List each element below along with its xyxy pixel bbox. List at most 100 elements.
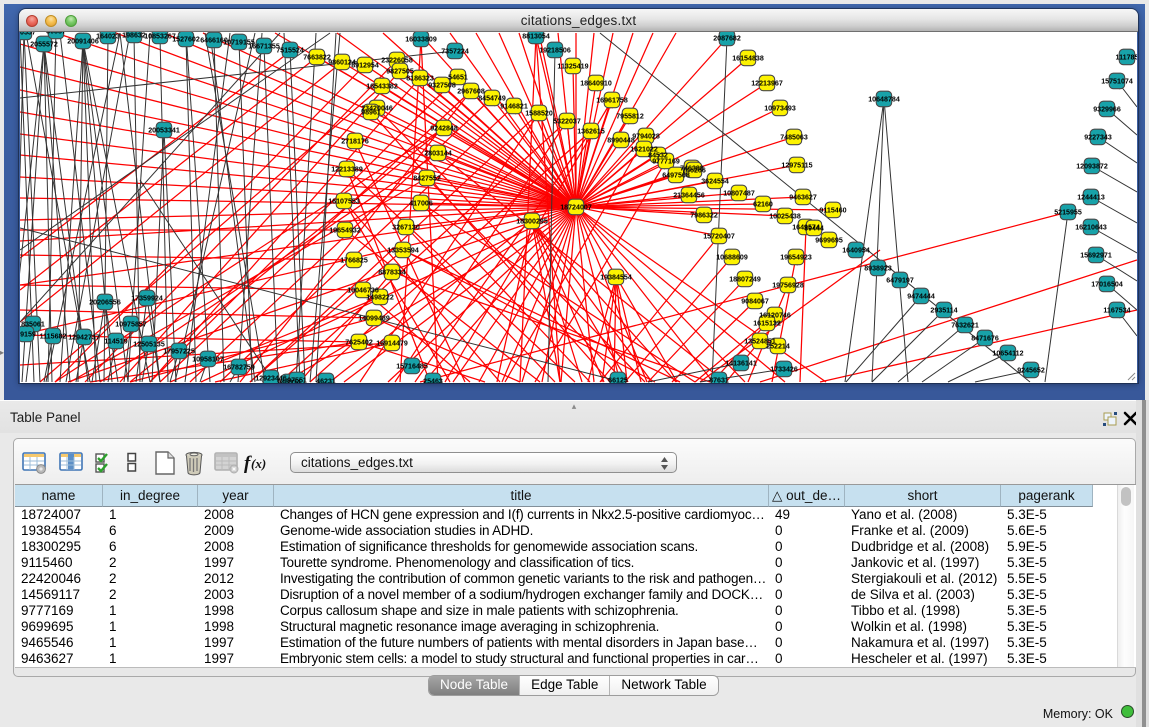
svg-text:198632: 198632 [122,32,146,40]
svg-text:18807249: 18807249 [729,276,761,284]
svg-text:7515524: 7515524 [276,47,304,55]
svg-text:12093872: 12093872 [1076,163,1108,171]
svg-text:252214: 252214 [766,343,790,351]
svg-text:98961: 98961 [361,109,381,117]
svg-text:8813054: 8813054 [522,33,550,41]
svg-text:6479197: 6479197 [886,277,914,285]
svg-text:746266: 746266 [682,167,706,175]
svg-text:15720407: 15720407 [703,233,735,241]
svg-text:835061: 835061 [21,321,45,329]
svg-text:1167534: 1167534 [1103,307,1130,315]
svg-text:8471676: 8471676 [971,335,999,343]
svg-text:12213389: 12213389 [331,166,363,174]
svg-text:9463627: 9463627 [789,194,817,202]
svg-text:16107553: 16107553 [328,198,360,206]
svg-text:7663822: 7663822 [303,54,331,62]
svg-text:1527602: 1527602 [172,36,200,44]
svg-text:97551: 97551 [287,377,307,383]
svg-text:15692971: 15692971 [1080,252,1112,260]
svg-text:15751074: 15751074 [1101,78,1133,86]
svg-text:23226058: 23226058 [381,57,413,65]
svg-text:164023: 164023 [96,33,120,41]
svg-text:19218506: 19218506 [539,47,571,55]
svg-text:5322037: 5322037 [553,118,581,126]
svg-text:9242848: 9242848 [430,125,458,133]
svg-text:1498222: 1498222 [366,294,394,302]
svg-text:14099489: 14099489 [358,315,390,323]
svg-text:19654923: 19654923 [780,254,812,262]
svg-text:9245652: 9245652 [1017,367,1045,375]
svg-text:10975857: 10975857 [115,321,147,329]
svg-text:2055572: 2055572 [30,41,58,49]
svg-text:10853267: 10853267 [144,33,176,41]
svg-text:20091406: 20091406 [67,38,99,46]
svg-text:9777169: 9777169 [652,158,680,166]
svg-text:9327508: 9327508 [428,82,456,90]
svg-text:12975115: 12975115 [781,162,812,170]
svg-text:9794028: 9794028 [632,133,660,141]
svg-text:10688609: 10688609 [716,254,748,262]
svg-text:20053341: 20053341 [148,127,180,135]
svg-text:54651: 54651 [448,74,468,82]
svg-text:18724007: 18724007 [560,204,592,212]
svg-text:10648784: 10648784 [868,96,900,104]
svg-text:1244413: 1244413 [1077,194,1105,202]
svg-text:3267130: 3267130 [392,224,420,232]
svg-text:12213967: 12213967 [751,80,783,88]
svg-text:10025438: 10025438 [769,213,801,221]
svg-text:111785: 111785 [1116,54,1137,62]
svg-text:7632621: 7632621 [951,322,979,330]
svg-text:16120746: 16120746 [759,312,791,320]
svg-text:18640910: 18640910 [580,80,612,88]
svg-text:17016504: 17016504 [1091,281,1123,289]
svg-text:19756928: 19756928 [772,282,804,290]
svg-text:1615132: 1615132 [753,320,781,328]
svg-text:8990448: 8990448 [607,137,635,145]
svg-text:9146821: 9146821 [500,103,528,111]
svg-text:17957225: 17957225 [163,348,195,356]
svg-text:10958107: 10958107 [192,356,224,364]
svg-text:(x): (x) [251,456,266,471]
svg-text:8878334: 8878334 [378,269,406,277]
svg-text:16033809: 16033809 [405,36,437,44]
svg-text:1362615: 1362615 [577,128,605,136]
svg-text:5215955: 5215955 [1054,209,1082,217]
svg-text:16961758: 16961758 [596,97,628,105]
svg-text:9227343: 9227343 [1084,134,1112,142]
svg-text:140557: 140557 [20,32,36,37]
svg-text:2803144: 2803144 [424,150,452,158]
svg-text:16671355: 16671355 [248,43,280,51]
svg-text:87631: 87631 [709,377,729,383]
svg-text:12942737: 12942737 [68,334,100,342]
svg-text:16914479: 16914479 [376,340,408,348]
svg-text:19654932: 19654932 [329,227,361,235]
svg-text:1640954: 1640954 [842,247,870,255]
svg-text:14136141: 14136141 [725,360,757,368]
svg-text:8427552: 8427552 [413,175,441,183]
svg-text:2935114: 2935114 [930,307,957,315]
svg-text:18300295: 18300295 [516,218,548,226]
svg-text:7357224: 7357224 [441,48,469,56]
svg-text:7955812: 7955812 [616,113,644,121]
svg-text:1766825: 1766825 [340,257,368,265]
svg-text:8912954: 8912954 [351,62,379,70]
svg-text:16154838: 16154838 [732,55,764,63]
svg-text:10807487: 10807487 [723,190,755,198]
svg-text:10973493: 10973493 [764,105,796,113]
svg-text:12505135: 12505135 [133,341,165,349]
svg-text:2087682: 2087682 [713,35,741,43]
svg-text:89444: 89444 [804,225,824,233]
svg-text:46231: 46231 [316,378,336,383]
svg-text:11325419: 11325419 [557,63,588,71]
svg-text:9699695: 9699695 [815,237,843,245]
svg-text:9115460: 9115460 [819,207,846,215]
svg-text:13353594: 13353594 [387,247,419,255]
svg-text:7625402: 7625402 [345,339,373,347]
svg-text:417006: 417006 [409,200,433,208]
svg-text:10654112: 10654112 [992,350,1023,358]
svg-text:39159: 39159 [20,331,36,339]
svg-text:7986322: 7986322 [690,212,718,220]
svg-text:20206556: 20206556 [89,299,121,307]
svg-text:25463: 25463 [423,378,443,383]
svg-text:3624554: 3624554 [701,178,729,186]
